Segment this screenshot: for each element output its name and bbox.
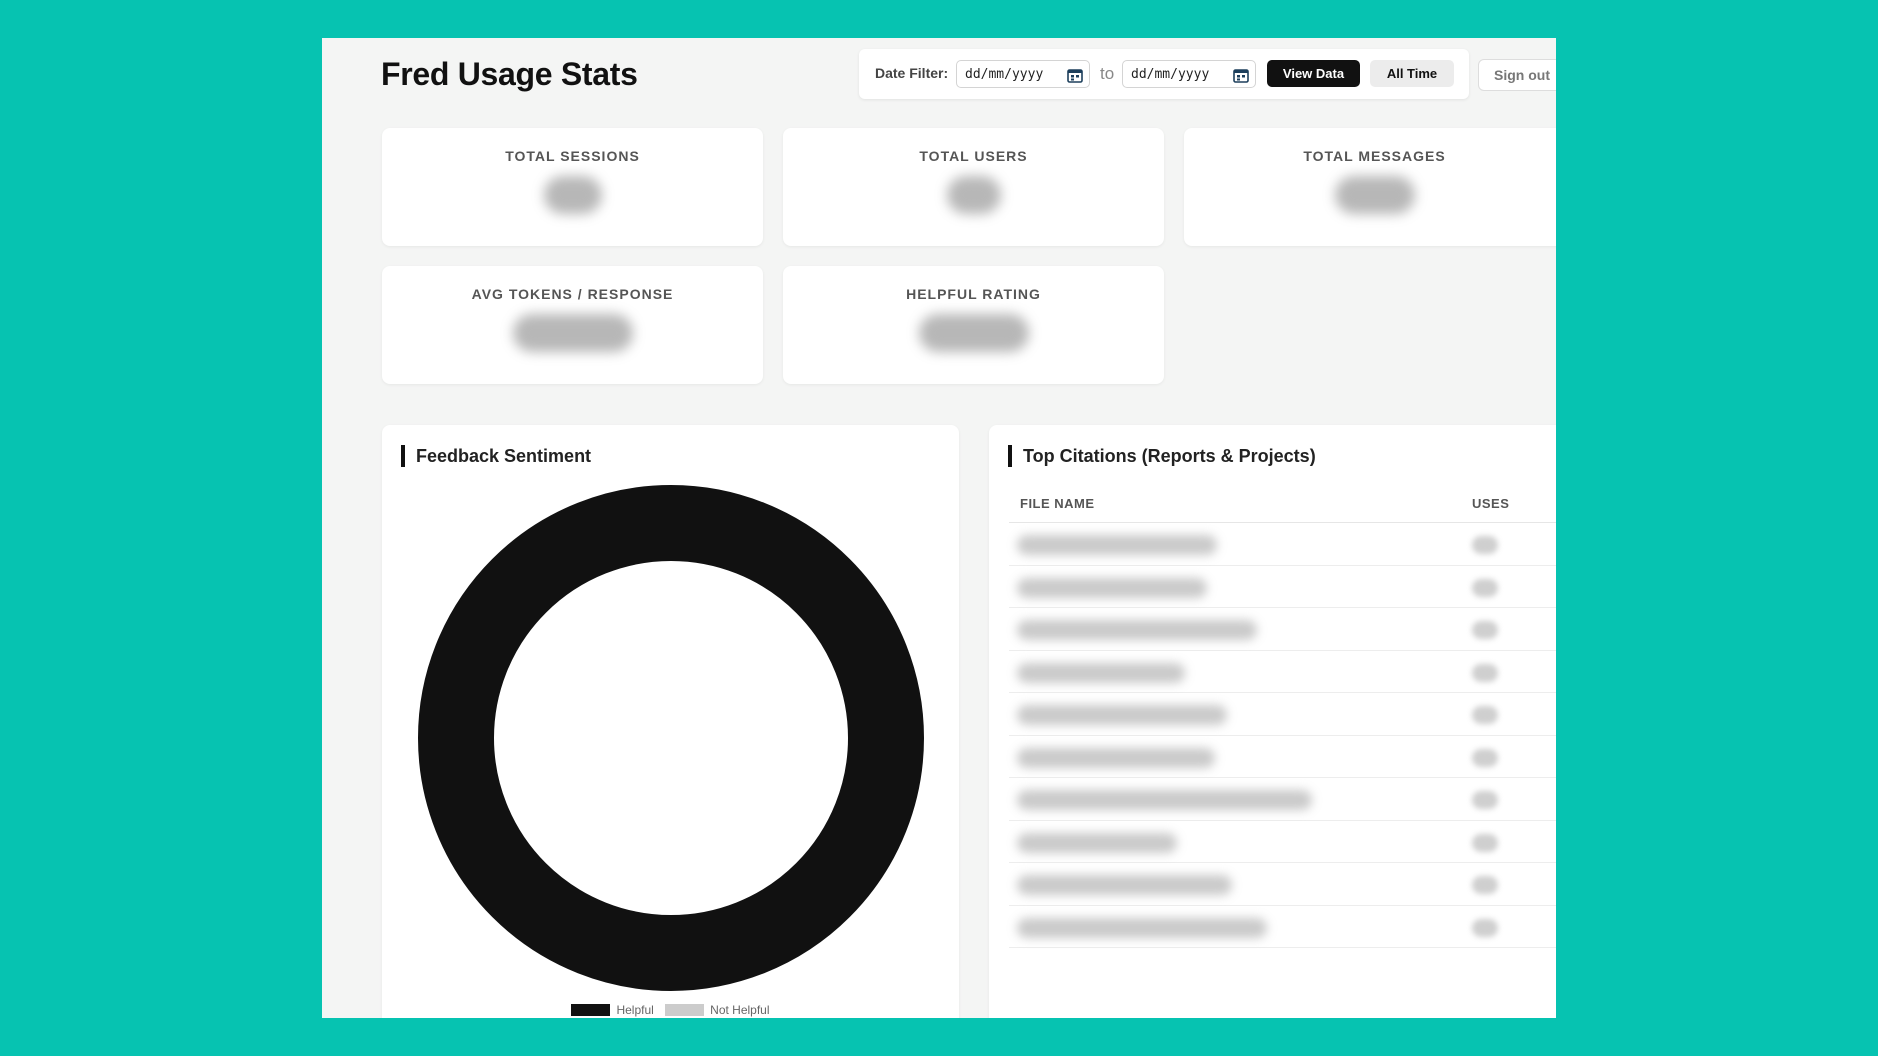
redacted-file-name (1017, 790, 1312, 810)
redacted-file-name (1017, 662, 1185, 683)
redacted-value (946, 176, 1001, 214)
stat-label: HELPFUL RATING (906, 286, 1041, 302)
redacted-file-name (1017, 875, 1232, 895)
stat-label: TOTAL USERS (919, 148, 1028, 164)
stat-card-total-users: TOTAL USERS (783, 128, 1164, 246)
table-row[interactable] (1009, 863, 1556, 906)
date-filter-label: Date Filter: (875, 65, 949, 81)
redacted-file-name (1017, 747, 1215, 768)
legend-item-helpful[interactable]: Helpful (571, 1003, 657, 1017)
stat-label: TOTAL SESSIONS (505, 148, 640, 164)
legend-swatch-not-helpful (665, 1004, 705, 1016)
table-row[interactable] (1009, 566, 1556, 608)
redacted-file-name (1017, 917, 1267, 938)
to-date-placeholder: dd/mm/yyyy (1131, 67, 1210, 82)
redacted-value (512, 314, 633, 352)
sentiment-donut-chart (418, 485, 924, 991)
redacted-uses (1472, 663, 1498, 682)
table-row[interactable] (1009, 736, 1556, 778)
legend-label: Not Helpful (710, 1003, 770, 1017)
redacted-uses (1472, 918, 1498, 937)
table-row[interactable] (1009, 523, 1556, 566)
redacted-uses (1472, 536, 1498, 554)
legend-item-not-helpful[interactable]: Not Helpful (665, 1003, 770, 1017)
panel-title: Top Citations (Reports & Projects) (1008, 445, 1316, 467)
to-date-input[interactable]: dd/mm/yyyy (1122, 60, 1256, 88)
app-window: Fred Usage Stats Date Filter: dd/mm/yyyy… (322, 38, 1556, 1018)
redacted-file-name (1017, 620, 1257, 640)
stat-card-total-sessions: TOTAL SESSIONS (382, 128, 763, 246)
redacted-uses (1472, 706, 1498, 724)
redacted-uses (1472, 833, 1498, 852)
redacted-file-name (1017, 705, 1227, 725)
redacted-file-name (1017, 577, 1207, 598)
stat-card-avg-tokens: AVG TOKENS / RESPONSE (382, 266, 763, 384)
to-label: to (1100, 64, 1115, 83)
view-data-button[interactable]: View Data (1267, 60, 1360, 87)
chart-legend: Helpful Not Helpful (382, 1003, 959, 1017)
redacted-uses (1472, 791, 1498, 809)
redacted-file-name (1017, 832, 1177, 853)
page-title: Fred Usage Stats (381, 56, 638, 92)
table-header: FILE NAME USES (1009, 485, 1556, 523)
calendar-icon[interactable] (1233, 67, 1249, 83)
citations-table: FILE NAME USES (1009, 485, 1556, 948)
redacted-uses (1472, 876, 1498, 894)
from-date-input[interactable]: dd/mm/yyyy (956, 60, 1090, 88)
redacted-uses (1472, 621, 1498, 639)
from-date-placeholder: dd/mm/yyyy (965, 67, 1044, 82)
all-time-button[interactable]: All Time (1370, 60, 1454, 87)
redacted-value (1334, 176, 1415, 214)
redacted-value (543, 176, 602, 214)
stat-label: TOTAL MESSAGES (1303, 148, 1446, 164)
table-row[interactable] (1009, 608, 1556, 651)
sign-out-button[interactable]: Sign out (1478, 59, 1556, 91)
redacted-file-name (1017, 535, 1217, 555)
stat-label: AVG TOKENS / RESPONSE (471, 286, 674, 302)
table-row[interactable] (1009, 778, 1556, 821)
table-row[interactable] (1009, 651, 1556, 693)
stat-card-total-messages: TOTAL MESSAGES (1184, 128, 1556, 246)
legend-label: Helpful (616, 1003, 654, 1017)
column-header-uses: USES (1472, 496, 1510, 511)
table-row[interactable] (1009, 693, 1556, 736)
panel-title: Feedback Sentiment (401, 445, 591, 467)
redacted-uses (1472, 748, 1498, 767)
redacted-value (918, 314, 1029, 352)
feedback-sentiment-panel: Feedback Sentiment Helpful Not Helpful (382, 425, 959, 1018)
donut-slice-helpful[interactable] (418, 485, 924, 991)
table-row[interactable] (1009, 906, 1556, 948)
date-filter-bar: Date Filter: dd/mm/yyyy to dd/mm/yyyy Vi… (859, 49, 1469, 99)
stat-card-helpful-rating: HELPFUL RATING (783, 266, 1164, 384)
legend-swatch-helpful (571, 1004, 611, 1016)
redacted-uses (1472, 578, 1498, 597)
calendar-icon[interactable] (1067, 67, 1083, 83)
top-citations-panel: Top Citations (Reports & Projects) FILE … (989, 425, 1556, 1018)
column-header-file-name: FILE NAME (1020, 496, 1095, 511)
table-row[interactable] (1009, 821, 1556, 863)
